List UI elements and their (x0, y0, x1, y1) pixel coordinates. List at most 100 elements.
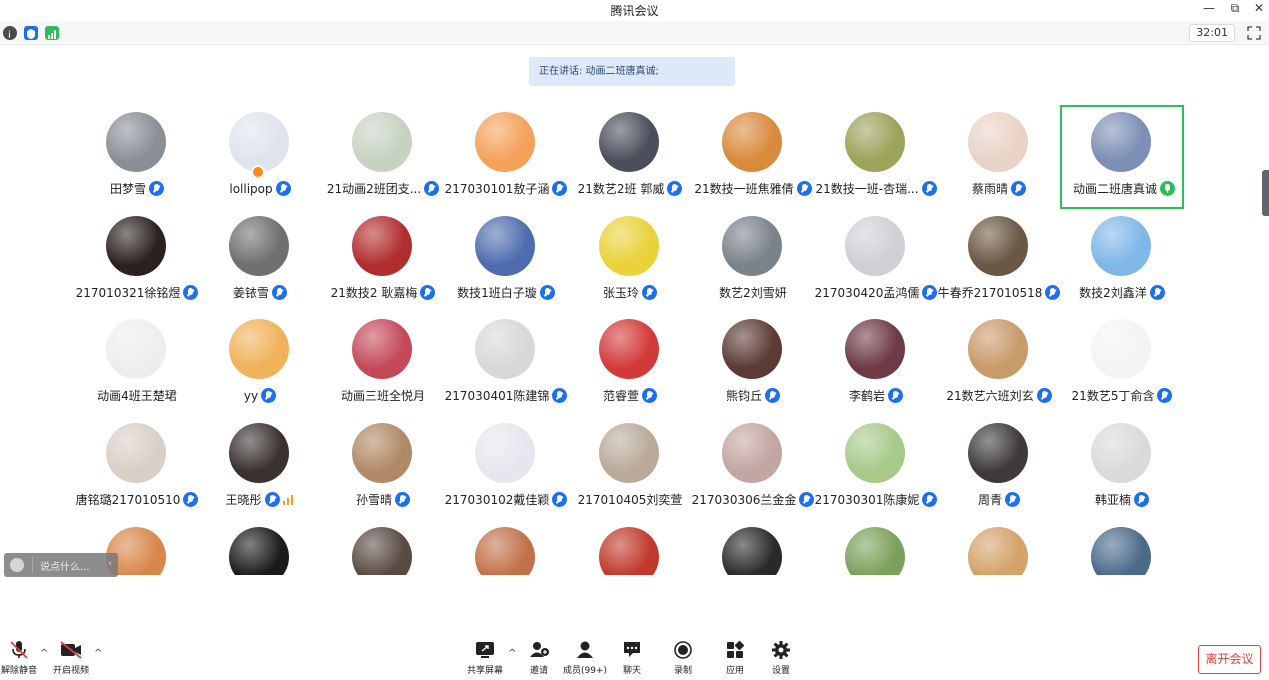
participant-tile[interactable]: 牛春乔217010518 (937, 209, 1061, 313)
participant-tile[interactable] (691, 520, 815, 575)
participant-tile[interactable] (937, 520, 1061, 575)
participant-tile[interactable]: 217030102戴佳颖 (444, 416, 568, 520)
avatar (106, 319, 166, 379)
chevron-up-icon[interactable]: ^ (94, 648, 102, 659)
members-button[interactable]: 成员(99+) (562, 640, 608, 678)
mic-muted-icon (642, 285, 657, 300)
chat-icon (624, 642, 640, 657)
participant-tile[interactable]: 张玉玲 (568, 209, 692, 313)
participant-name-line: 韩亚楠 (1044, 489, 1195, 507)
participant-name: 21数艺2班 郭威 (577, 182, 665, 196)
emoji-icon[interactable] (10, 558, 24, 572)
avatar (845, 112, 905, 172)
participant-name: 唐铭璐217010510 (75, 493, 181, 507)
participant-tile[interactable] (814, 520, 938, 575)
participant-tile[interactable]: 周青 (937, 416, 1061, 520)
info-icon[interactable]: i (3, 26, 17, 41)
participant-tile[interactable]: 动画4班王楚珺 (75, 312, 199, 416)
participant-tile[interactable]: 21动画2班团支... (321, 105, 445, 209)
participant-tile[interactable]: lollipop (198, 105, 322, 209)
participant-tile[interactable]: 217030301陈康妮 (814, 416, 938, 520)
participant-tile[interactable] (321, 520, 445, 575)
avatar (968, 112, 1028, 172)
participant-name: 张玉玲 (602, 286, 639, 300)
participant-tile[interactable]: 孙雪晴 (321, 416, 445, 520)
participant-tile[interactable]: 田梦雪 (75, 105, 199, 209)
chat-label: 聊天 (622, 666, 641, 676)
avatar (475, 216, 535, 276)
participant-tile[interactable]: 21数技2 耿嘉梅 (321, 209, 445, 313)
participant-tile[interactable]: 数技1班白子璇 (444, 209, 568, 313)
shield-icon[interactable] (24, 26, 38, 40)
mic-muted-icon (642, 388, 657, 403)
share-label: 共享屏幕 (466, 666, 503, 676)
record-label: 录制 (673, 666, 692, 676)
participant-tile[interactable]: 217010405刘奕萱 (568, 416, 692, 520)
apps-button[interactable]: 应用 (712, 640, 758, 678)
participant-tile[interactable]: 姜铱雪 (198, 209, 322, 313)
unmute-button[interactable]: 解除静音 (0, 640, 42, 678)
participant-tile[interactable]: 动画三班全悦月 (321, 312, 445, 416)
signal-icon[interactable] (45, 26, 59, 40)
participant-tile[interactable]: 21数技一班焦雅倩 (691, 105, 815, 209)
participant-tile[interactable] (444, 520, 568, 575)
participant-name: 动画4班王楚珺 (97, 389, 177, 403)
participant-tile[interactable]: 21数艺5丁俞含 (1060, 312, 1184, 416)
chat-input-pill[interactable]: 说点什么... ‹ (4, 553, 118, 577)
participant-name: lollipop (229, 181, 273, 196)
close-icon[interactable]: ✕ (1250, 1, 1268, 15)
restore-icon[interactable]: ⧉ (1226, 1, 1244, 16)
participant-tile[interactable]: 21数技一班-杏瑞... (814, 105, 938, 209)
participant-tile[interactable]: 数技2刘鑫洋 (1060, 209, 1184, 313)
participant-name-line: 21数艺5丁俞含 (1044, 385, 1195, 403)
avatar (352, 423, 412, 483)
participant-tile[interactable]: 217030420孟鸿儒 (814, 209, 938, 313)
participant-tile[interactable]: 王晓彤 (198, 416, 322, 520)
settings-button[interactable]: 设置 (758, 640, 804, 678)
chat-button[interactable]: 聊天 (609, 640, 655, 678)
participant-tile[interactable]: 蔡雨晴 (937, 105, 1061, 209)
avatar (845, 527, 905, 575)
chat-placeholder[interactable]: 说点什么... (40, 558, 90, 573)
participant-name: 动画二班唐真诚 (1072, 182, 1157, 196)
minimize-icon[interactable]: — (1200, 1, 1218, 15)
participant-tile[interactable]: 熊钧丘 (691, 312, 815, 416)
participant-tile[interactable]: 21数艺六班刘玄 (937, 312, 1061, 416)
participant-tile[interactable]: 217030401陈建锦 (444, 312, 568, 416)
leave-meeting-button[interactable]: 离开会议 (1198, 645, 1261, 674)
record-button[interactable]: 录制 (660, 640, 706, 678)
participant-tile[interactable]: 21数艺2班 郭威 (568, 105, 692, 209)
participant-tile[interactable] (198, 520, 322, 575)
participant-name: 21数技一班焦雅倩 (694, 182, 794, 196)
participant-name: 217010405刘奕萱 (577, 493, 683, 507)
participant-tile[interactable] (568, 520, 692, 575)
participant-tile[interactable]: yy (198, 312, 322, 416)
participant-tile[interactable]: 唐铭璐217010510 (75, 416, 199, 520)
mic-speaking-icon (1160, 181, 1175, 196)
participant-tile[interactable]: 数艺2刘雪妍 (691, 209, 815, 313)
participant-tile[interactable]: 217010321徐铭煜 (75, 209, 199, 313)
participant-tile[interactable]: 动画二班唐真诚 (1060, 105, 1184, 209)
start-video-button[interactable]: 开启视频 (48, 640, 94, 678)
avatar (352, 319, 412, 379)
participant-name: 王晓彤 (225, 493, 262, 507)
avatar (1091, 319, 1151, 379)
invite-button[interactable]: 邀请 (516, 640, 562, 678)
participant-tile[interactable]: 217030101敖子涵 (444, 105, 568, 209)
participant-tile[interactable]: 韩亚楠 (1060, 416, 1184, 520)
avatar (599, 319, 659, 379)
avatar (845, 319, 905, 379)
chevron-left-icon[interactable]: ‹ (108, 558, 112, 569)
participant-tile[interactable]: 217030306兰金金 (691, 416, 815, 520)
avatar (106, 423, 166, 483)
avatar (229, 112, 289, 172)
share-screen-button[interactable]: 共享屏幕 (462, 640, 508, 678)
participant-tile[interactable] (1060, 520, 1184, 575)
fullscreen-icon[interactable] (1247, 25, 1261, 40)
side-panel-handle[interactable] (1262, 170, 1269, 216)
video-off-icon (60, 641, 82, 659)
avatar (968, 319, 1028, 379)
participant-tile[interactable]: 范睿萱 (568, 312, 692, 416)
participant-tile[interactable]: 李鹤岩 (814, 312, 938, 416)
participant-name: 217030401陈建锦 (444, 389, 550, 403)
